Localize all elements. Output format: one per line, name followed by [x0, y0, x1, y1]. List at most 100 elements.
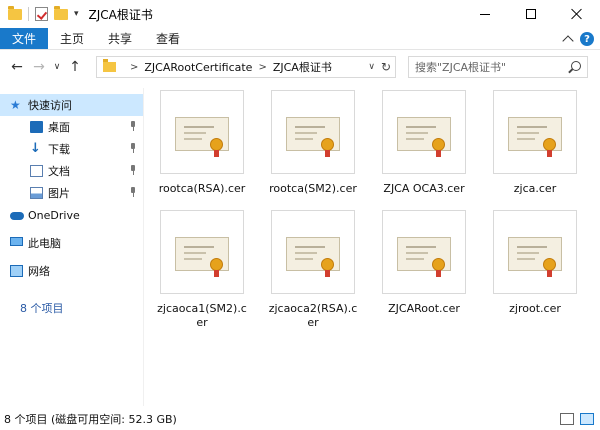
desktop-icon — [30, 121, 43, 133]
forward-button[interactable]: → — [28, 56, 50, 78]
sidebar-item-network[interactable]: 网络 — [0, 260, 143, 282]
certificate-icon — [397, 237, 451, 277]
back-button[interactable]: ← — [6, 56, 28, 78]
file-name: ZJCARoot.cer — [388, 302, 460, 315]
file-item[interactable]: zjcaoca1(SM2).cer — [156, 210, 248, 330]
sidebar-item-label: 快速访问 — [28, 99, 72, 112]
sidebar-item-desktop[interactable]: 桌面 — [0, 116, 143, 138]
network-icon — [10, 265, 23, 277]
sidebar-item-this-pc[interactable]: 此电脑 — [0, 232, 143, 254]
file-thumbnail — [382, 90, 466, 174]
toolbar-divider — [28, 7, 29, 21]
sidebar-item-quick-access[interactable]: ★ 快速访问 — [0, 94, 143, 116]
file-thumbnail — [160, 210, 244, 294]
large-icons-view-icon[interactable] — [580, 413, 594, 425]
new-folder-icon[interactable] — [54, 5, 68, 20]
file-name: zjroot.cer — [509, 302, 561, 315]
sidebar-item-label: 图片 — [48, 187, 70, 200]
tab-file[interactable]: 文件 — [0, 28, 48, 49]
folder-icon[interactable] — [8, 5, 22, 20]
close-button[interactable] — [554, 0, 600, 28]
pin-icon — [129, 187, 137, 197]
address-dropdown-icon[interactable]: ∨ — [368, 62, 375, 72]
file-list: rootca(RSA).cer rootca(SM2).cer ZJCA OCA… — [150, 84, 590, 406]
cloud-icon — [10, 212, 24, 220]
collapse-ribbon-icon[interactable] — [562, 35, 574, 47]
sidebar-item-onedrive[interactable]: OneDrive — [0, 204, 143, 226]
status-text: 8 个项目 (磁盘可用空间: 52.3 GB) — [4, 413, 177, 426]
download-icon: ↓ — [30, 141, 41, 156]
item-count-label: 8 个项目 — [20, 302, 64, 315]
star-icon: ★ — [10, 98, 21, 112]
title-bar: ▾ ZJCA根证书 — [0, 0, 600, 28]
ribbon-controls: ? — [562, 28, 594, 50]
refresh-icon[interactable]: ↻ — [381, 60, 391, 74]
crumb-separator[interactable]: > — [130, 62, 138, 73]
close-icon — [571, 8, 583, 20]
sidebar-item-pictures[interactable]: 图片 — [0, 182, 143, 204]
file-item[interactable]: rootca(SM2).cer — [267, 90, 359, 196]
sidebar-item-label: 下载 — [48, 143, 70, 156]
picture-icon — [30, 187, 43, 199]
computer-icon — [10, 237, 23, 246]
ribbon-tabs: 文件 主页 共享 查看 ? — [0, 28, 600, 50]
tab-view[interactable]: 查看 — [144, 28, 192, 49]
file-name: ZJCA OCA3.cer — [383, 182, 465, 195]
certificate-icon — [508, 117, 562, 157]
properties-icon[interactable] — [35, 7, 48, 21]
minimize-icon — [480, 13, 490, 15]
certificate-icon — [286, 117, 340, 157]
file-thumbnail — [493, 210, 577, 294]
file-item[interactable]: ZJCA OCA3.cer — [378, 90, 470, 196]
navigation-bar: ← → ∨ ↑ > ZJCARootCertificate > ZJCA根证书 … — [0, 50, 600, 84]
file-item[interactable]: rootca(RSA).cer — [156, 90, 248, 196]
file-thumbnail — [271, 210, 355, 294]
search-icon[interactable] — [571, 61, 581, 71]
sidebar-item-label: 桌面 — [48, 121, 70, 134]
tab-home[interactable]: 主页 — [48, 28, 96, 49]
file-thumbnail — [160, 90, 244, 174]
file-item[interactable]: zjcaoca2(RSA).cer — [267, 210, 359, 330]
file-item[interactable]: zjca.cer — [489, 90, 581, 196]
document-icon — [30, 165, 43, 177]
file-name: zjcaoca1(SM2).cer — [157, 302, 247, 329]
navigation-pane: ★ 快速访问 桌面 ↓ 下载 文档 图片 OneDrive 此电脑 网络 8 个… — [0, 88, 144, 406]
address-bar[interactable]: > ZJCARootCertificate > ZJCA根证书 ∨ ↻ — [96, 56, 396, 78]
search-placeholder: 搜索"ZJCA根证书" — [415, 61, 507, 74]
sidebar-item-label: 网络 — [28, 265, 50, 278]
crumb-separator[interactable]: > — [258, 62, 266, 73]
breadcrumb-zjca-root[interactable]: ZJCA根证书 — [273, 59, 332, 75]
file-name: rootca(RSA).cer — [158, 182, 246, 195]
pin-icon — [129, 121, 137, 131]
file-item[interactable]: zjroot.cer — [489, 210, 581, 316]
recent-locations-button[interactable]: ∨ — [50, 56, 64, 78]
certificate-icon — [175, 237, 229, 277]
certificate-icon — [175, 117, 229, 157]
sidebar-item-documents[interactable]: 文档 — [0, 160, 143, 182]
search-input[interactable]: 搜索"ZJCA根证书" — [408, 56, 588, 78]
file-name: zjca.cer — [513, 182, 557, 195]
file-thumbnail — [493, 90, 577, 174]
certificate-icon — [508, 237, 562, 277]
status-bar: 8 个项目 (磁盘可用空间: 52.3 GB) — [0, 408, 600, 430]
file-thumbnail — [382, 210, 466, 294]
folder-icon — [103, 59, 116, 72]
maximize-button[interactable] — [508, 0, 554, 28]
tab-share[interactable]: 共享 — [96, 28, 144, 49]
maximize-icon — [526, 9, 536, 19]
sidebar-item-downloads[interactable]: ↓ 下载 — [0, 138, 143, 160]
details-view-icon[interactable] — [560, 413, 574, 425]
file-item[interactable]: ZJCARoot.cer — [378, 210, 470, 316]
quick-access-toolbar: ▾ — [0, 0, 79, 28]
window-controls — [462, 0, 600, 28]
pin-icon — [129, 165, 137, 175]
file-name: zjcaoca2(RSA).cer — [268, 302, 358, 329]
help-icon[interactable]: ? — [580, 32, 594, 46]
sidebar-item-label: 此电脑 — [28, 237, 61, 250]
up-button[interactable]: ↑ — [64, 56, 86, 78]
breadcrumb-zjcarootcertificate[interactable]: ZJCARootCertificate — [144, 61, 252, 74]
pin-icon — [129, 143, 137, 153]
minimize-button[interactable] — [462, 0, 508, 28]
window-title: ZJCA根证书 — [88, 7, 153, 22]
customize-toolbar-dropdown[interactable]: ▾ — [74, 9, 79, 19]
